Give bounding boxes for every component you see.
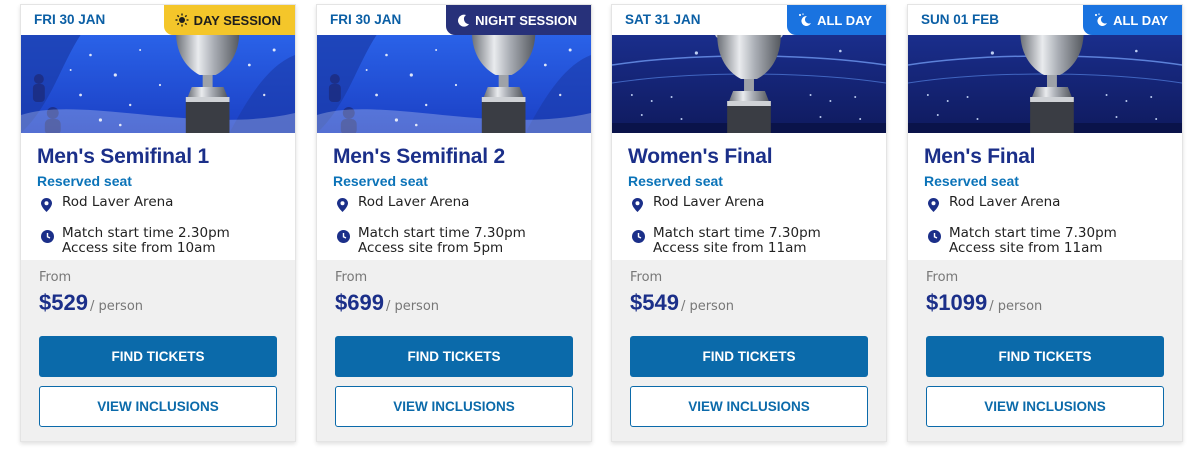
event-card-mens-semifinal-2: FRI 30 JAN NIGHT SESSION Men's Semifinal…	[316, 4, 592, 442]
sun-moon-icon	[1094, 13, 1108, 27]
event-title: Men's Semifinal 1	[37, 145, 209, 168]
event-details: Women's Final Reserved seat Rod Laver Ar…	[612, 133, 886, 262]
sun-moon-icon	[798, 13, 812, 27]
view-inclusions-button[interactable]: VIEW INCLUSIONS	[335, 386, 573, 427]
session-label: ALL DAY	[1113, 12, 1168, 28]
card-header: FRI 30 JAN NIGHT SESSION	[317, 5, 591, 35]
access-time: Access site from 11am	[653, 240, 807, 256]
price-section: From $699 / person FIND TICKETS VIEW INC…	[317, 260, 591, 441]
price-unit: / person	[385, 299, 440, 314]
event-date: FRI 30 JAN	[34, 12, 106, 27]
venue-name: Rod Laver Arena	[62, 194, 174, 210]
from-label: From	[926, 270, 959, 285]
from-label: From	[39, 270, 72, 285]
event-title: Men's Semifinal 2	[333, 145, 505, 168]
access-time: Access site from 11am	[949, 240, 1103, 256]
session-label: ALL DAY	[817, 12, 872, 28]
price-value: $1099	[926, 290, 988, 315]
event-title: Men's Final	[924, 145, 1036, 168]
time-row: Match start time 7.30pm Access site from…	[628, 226, 886, 256]
time-row: Match start time 7.30pm Access site from…	[924, 226, 1182, 256]
session-badge: NIGHT SESSION	[446, 5, 591, 35]
price-unit: / person	[89, 299, 144, 314]
session-badge: ALL DAY	[1083, 5, 1182, 35]
price-section: From $529 / person FIND TICKETS VIEW INC…	[21, 260, 295, 441]
session-label: NIGHT SESSION	[475, 12, 577, 28]
price-unit: / person	[989, 299, 1043, 314]
price-unit: / person	[680, 299, 735, 314]
event-date: SUN 01 FEB	[921, 12, 1000, 27]
event-details: Men's Final Reserved seat Rod Laver Aren…	[908, 133, 1182, 262]
match-start-time: Match start time 7.30pm	[358, 225, 526, 241]
find-tickets-button[interactable]: FIND TICKETS	[926, 336, 1164, 377]
location-pin-icon	[41, 197, 53, 216]
moon-icon	[457, 14, 470, 27]
clock-icon	[928, 228, 941, 247]
find-tickets-button[interactable]: FIND TICKETS	[39, 336, 277, 377]
event-details: Men's Semifinal 1 Reserved seat Rod Lave…	[21, 133, 295, 262]
clock-icon	[337, 228, 350, 247]
find-tickets-button[interactable]: FIND TICKETS	[630, 336, 868, 377]
price-value: $529	[39, 290, 88, 315]
session-badge: ALL DAY	[787, 5, 886, 35]
card-header: FRI 30 JAN DAY SESSION	[21, 5, 295, 35]
match-start-time: Match start time 7.30pm	[653, 225, 821, 241]
view-inclusions-button[interactable]: VIEW INCLUSIONS	[630, 386, 868, 427]
venue-name: Rod Laver Arena	[653, 194, 765, 210]
venue-row: Rod Laver Arena	[37, 195, 295, 216]
venue-row: Rod Laver Arena	[333, 195, 591, 216]
event-date: SAT 31 JAN	[625, 12, 701, 27]
session-badge: DAY SESSION	[163, 5, 295, 35]
time-row: Match start time 7.30pm Access site from…	[333, 226, 591, 256]
view-inclusions-button[interactable]: VIEW INCLUSIONS	[926, 386, 1164, 427]
venue-name: Rod Laver Arena	[358, 194, 470, 210]
price-value: $549	[630, 290, 679, 315]
price-value: $699	[335, 290, 384, 315]
card-header: SAT 31 JAN ALL DAY	[612, 5, 886, 35]
time-row: Match start time 2.30pm Access site from…	[37, 226, 295, 256]
trophy-image	[21, 35, 295, 133]
card-header: SUN 01 FEB ALL DAY	[908, 5, 1182, 35]
location-pin-icon	[632, 197, 644, 216]
clock-icon	[632, 228, 645, 247]
event-card-mens-semifinal-1: FRI 30 JAN DAY SESSION Men's Semifinal 1…	[20, 4, 296, 442]
match-start-time: Match start time 2.30pm	[62, 225, 230, 241]
sun-icon	[175, 13, 189, 27]
match-start-time: Match start time 7.30pm	[949, 225, 1117, 241]
event-details: Men's Semifinal 2 Reserved seat Rod Lave…	[317, 133, 591, 262]
location-pin-icon	[337, 197, 349, 216]
seat-type: Reserved seat	[37, 173, 132, 189]
venue-row: Rod Laver Arena	[924, 195, 1182, 216]
event-date: FRI 30 JAN	[330, 12, 402, 27]
event-title: Women's Final	[628, 145, 773, 168]
venue-row: Rod Laver Arena	[628, 195, 886, 216]
access-time: Access site from 5pm	[358, 240, 504, 256]
event-card-mens-final: SUN 01 FEB ALL DAY Men's Final Reserved …	[907, 4, 1183, 442]
seat-type: Reserved seat	[333, 173, 428, 189]
view-inclusions-button[interactable]: VIEW INCLUSIONS	[39, 386, 277, 427]
seat-type: Reserved seat	[628, 173, 723, 189]
session-label: DAY SESSION	[193, 12, 281, 28]
from-label: From	[335, 270, 368, 285]
clock-icon	[41, 228, 54, 247]
event-card-womens-final: SAT 31 JAN ALL DAY Women's Final Reserve…	[611, 4, 887, 442]
venue-name: Rod Laver Arena	[949, 194, 1061, 210]
trophy-image	[317, 35, 591, 133]
find-tickets-button[interactable]: FIND TICKETS	[335, 336, 573, 377]
seat-type: Reserved seat	[924, 173, 1019, 189]
trophy-image	[612, 35, 886, 133]
location-pin-icon	[928, 197, 940, 216]
access-time: Access site from 10am	[62, 240, 216, 256]
price-section: From $1099 / person FIND TICKETS VIEW IN…	[908, 260, 1182, 441]
trophy-image	[908, 35, 1182, 133]
from-label: From	[630, 270, 663, 285]
price-section: From $549 / person FIND TICKETS VIEW INC…	[612, 260, 886, 441]
